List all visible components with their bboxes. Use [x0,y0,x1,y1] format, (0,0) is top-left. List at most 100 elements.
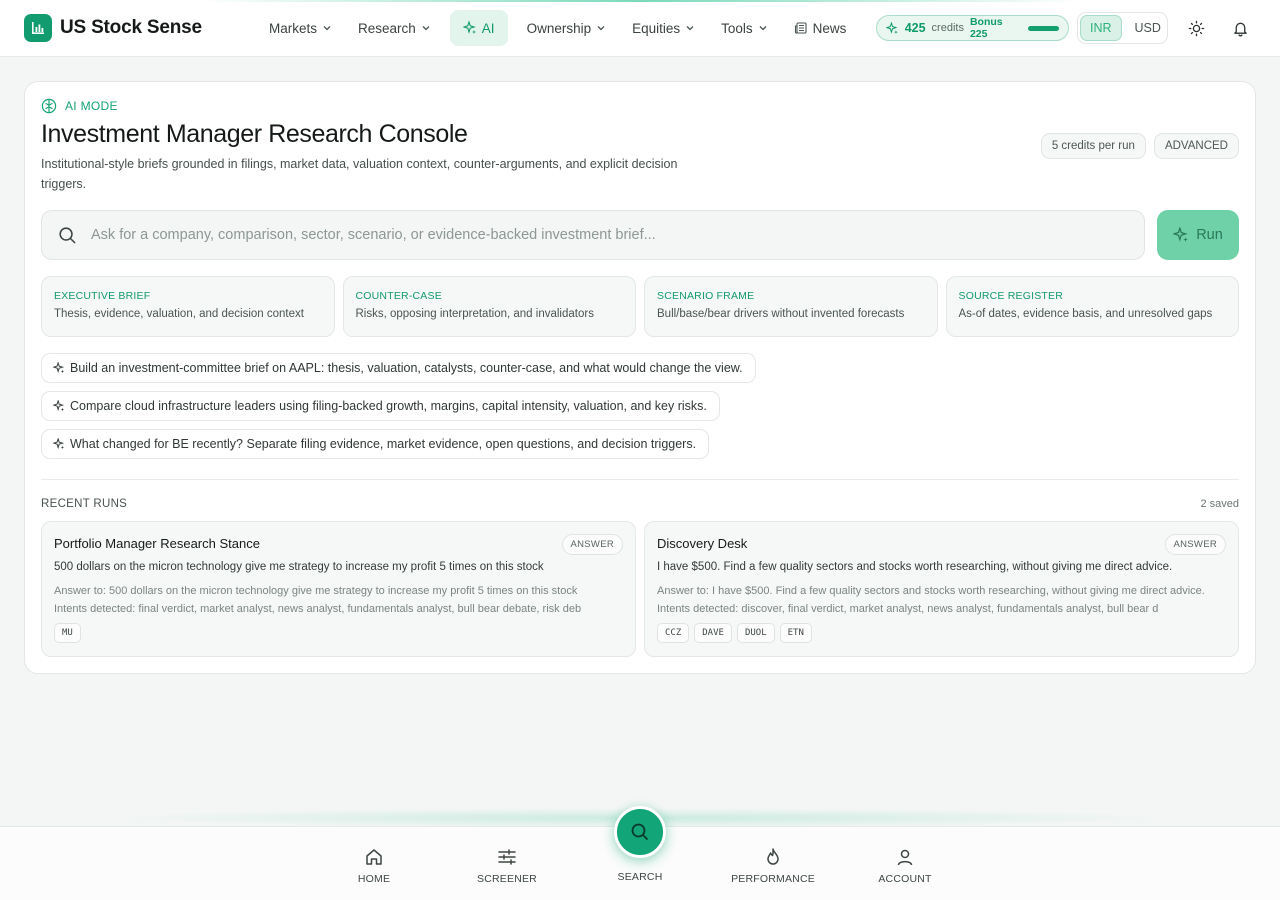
brand-logo-link[interactable]: US Stock Sense [24,14,202,42]
feature-title: COUNTER-CASE [355,290,442,302]
sparkle-icon [53,362,65,374]
ticker-chip[interactable]: DUOL [736,623,775,643]
sparkle-icon [462,21,476,34]
suggested-prompt[interactable]: Compare cloud infrastructure leaders usi… [41,391,720,421]
bottom-nav-screener-label: SCREENER [477,873,537,885]
nav-equities[interactable]: Equities [619,10,708,46]
ticker-chip[interactable]: CCZ [657,623,690,643]
sun-icon [1188,20,1204,36]
feature-title: SOURCE REGISTER [958,290,1064,302]
sparkle-icon [53,438,65,450]
feature-card-scenario-frame: SCENARIO FRAME Bull/base/bear drivers wi… [644,276,938,337]
newspaper-icon [794,22,807,34]
credits-bonus: Bonus 225 [969,16,1003,40]
header-tags: 5 credits per run ADVANCED [1040,133,1239,159]
credits-badge[interactable]: 425 credits Bonus 225 [876,15,1069,41]
advanced-tag: ADVANCED [1153,133,1239,159]
nav-tools-label: Tools [721,20,753,36]
run-type-badge: ANSWER [1164,534,1226,555]
ticker-chip[interactable]: DAVE [694,623,732,643]
credits-per-run-tag: 5 credits per run [1040,133,1146,159]
nav-ai-label: AI [481,20,495,36]
ai-mode-label: AI MODE [41,98,118,114]
main-nav: Markets Research AI Ownership Equities T… [256,10,859,46]
nav-markets-label: Markets [269,20,318,36]
nav-research-label: Research [358,20,416,36]
bottom-nav-account-label: ACCOUNT [878,873,932,885]
suggested-prompt-text: What changed for BE recently? Separate f… [70,437,697,451]
suggested-prompt[interactable]: What changed for BE recently? Separate f… [41,429,710,459]
feature-desc: As-of dates, evidence basis, and unresol… [958,308,1213,320]
bottom-nav-account[interactable]: ACCOUNT [855,847,955,885]
page-title: Investment Manager Research Console [41,120,468,148]
bell-icon [1233,22,1247,36]
nav-markets[interactable]: Markets [256,10,345,46]
search-icon [59,226,76,243]
bottom-nav-performance-label: PERFORMANCE [731,873,815,885]
run-type-badge: ANSWER [561,534,623,555]
page-subtitle: Institutional-style briefs grounded in f… [41,157,678,191]
currency-toggle: INR USD [1077,12,1168,44]
sparkle-icon [886,21,898,34]
feature-card-source-register: SOURCE REGISTER As-of dates, evidence ba… [945,276,1239,337]
recent-runs-heading: RECENT RUNS [41,498,128,510]
topbar-accent-line [200,0,1080,2]
nav-tools[interactable]: Tools [708,10,781,46]
user-icon [897,849,913,866]
credits-word: credits [931,22,964,34]
bottom-nav-screener[interactable]: SCREENER [457,847,557,885]
credits-amount: 425 [904,21,926,35]
run-tickers: CCZ DAVE DUOL ETN [657,623,812,643]
feature-title: SCENARIO FRAME [657,290,755,302]
nav-news[interactable]: News [781,10,860,46]
nav-equities-label: Equities [632,20,681,36]
bottom-nav-search-button[interactable] [614,806,666,858]
section-divider [41,479,1239,480]
brand-name: US Stock Sense [60,17,202,38]
feature-desc: Risks, opposing interpretation, and inva… [355,308,594,320]
chevron-down-icon [686,26,694,31]
saved-count: 2 saved [1200,498,1239,510]
bottom-nav-search-label: SEARCH [617,871,663,883]
suggested-prompt[interactable]: Build an investment-committee brief on A… [41,353,756,383]
ticker-chip[interactable]: MU [54,623,81,643]
feature-cards: EXECUTIVE BRIEF Thesis, evidence, valuat… [41,276,1239,337]
bottom-nav-performance[interactable]: PERFORMANCE [723,847,823,885]
nav-research[interactable]: Research [345,10,444,46]
run-query: I have $500. Find a few quality sectors … [657,561,1173,573]
suggested-prompts: Build an investment-committee brief on A… [41,353,756,459]
research-console-card: AI MODE Investment Manager Research Cons… [24,81,1256,674]
notifications-button[interactable] [1230,18,1250,38]
flame-icon [767,848,779,865]
currency-option-inr[interactable]: INR [1080,15,1122,41]
suggested-prompt-text: Build an investment-committee brief on A… [70,361,743,375]
run-intents: Intents detected: discover, final verdic… [657,603,1159,615]
sparkle-icon [53,400,65,412]
nav-ownership-label: Ownership [526,20,592,36]
research-query-input[interactable] [91,227,1091,243]
currency-option-usd[interactable]: USD [1126,15,1170,41]
feature-desc: Thesis, evidence, valuation, and decisio… [54,308,304,320]
feature-card-counter-case: COUNTER-CASE Risks, opposing interpretat… [342,276,636,337]
recent-run-card[interactable]: Portfolio Manager Research Stance ANSWER… [41,521,636,657]
run-button[interactable]: Run [1157,210,1239,260]
nav-ownership[interactable]: Ownership [514,10,620,46]
brain-icon [41,98,57,114]
home-icon [366,849,382,865]
nav-news-label: News [812,20,847,36]
run-tickers: MU [54,623,81,643]
credits-progress-bar [1027,25,1059,31]
feature-desc: Bull/base/bear drivers without invented … [657,308,905,320]
suggested-prompt-text: Compare cloud infrastructure leaders usi… [70,399,707,413]
feature-card-executive-brief: EXECUTIVE BRIEF Thesis, evidence, valuat… [41,276,335,337]
bottom-nav-home[interactable]: HOME [324,847,424,885]
bottom-nav-home-label: HOME [357,873,391,885]
theme-toggle-button[interactable] [1186,18,1206,38]
chevron-down-icon [323,26,331,31]
recent-run-card[interactable]: Discovery Desk ANSWER I have $500. Find … [644,521,1239,657]
run-query: 500 dollars on the micron technology giv… [54,561,544,573]
ticker-chip[interactable]: ETN [779,623,812,643]
ai-mode-text: AI MODE [65,99,118,113]
run-title: Portfolio Manager Research Stance [54,536,260,551]
nav-ai[interactable]: AI [449,10,508,46]
